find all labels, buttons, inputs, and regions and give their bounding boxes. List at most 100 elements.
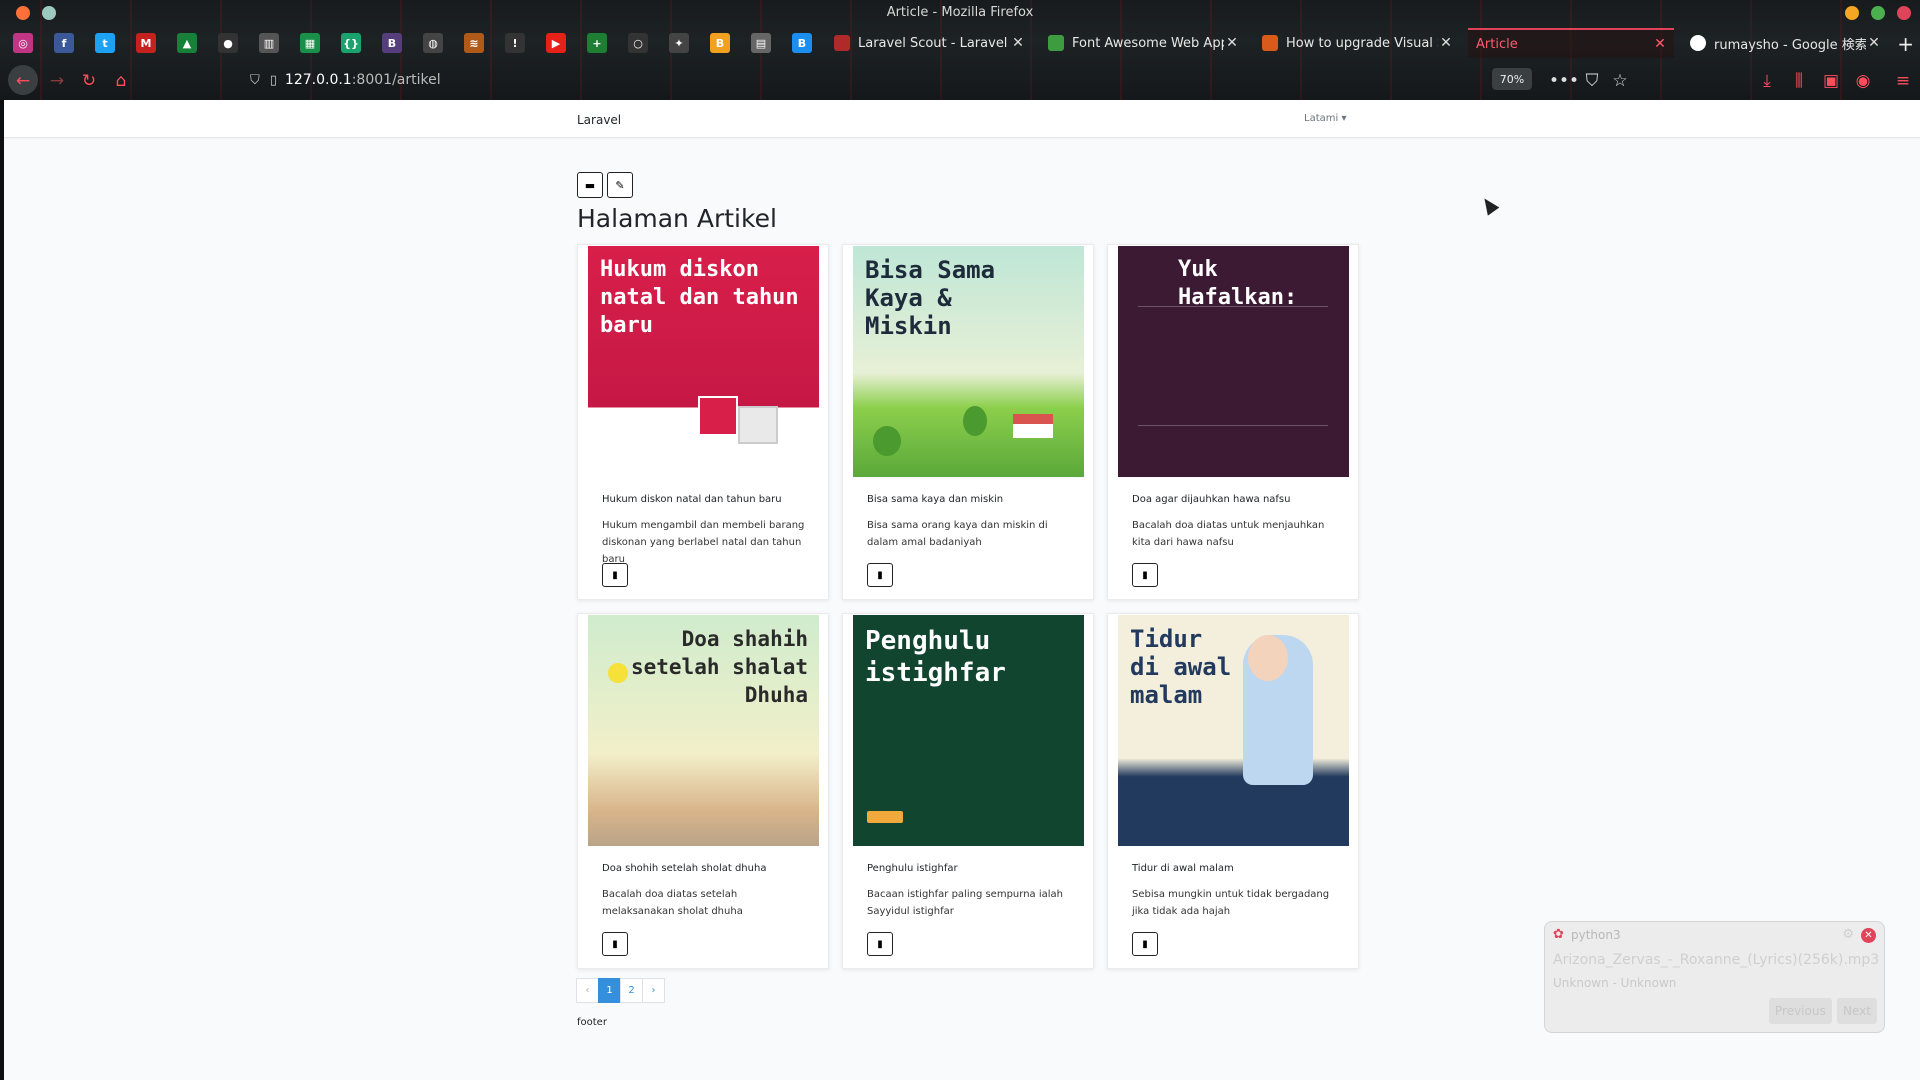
- b-icon[interactable]: B: [792, 33, 812, 53]
- pagination-prev[interactable]: ‹: [576, 978, 599, 1003]
- article-title: Hukum diskon natal dan tahun baru: [602, 494, 782, 505]
- read-article-button[interactable]: ▮: [1132, 563, 1158, 587]
- brand-link[interactable]: Laravel: [577, 113, 621, 127]
- settings-icon[interactable]: ⚙: [1842, 927, 1854, 942]
- globe-icon[interactable]: ◍: [423, 33, 443, 53]
- page-icon: ▯: [269, 72, 277, 88]
- read-article-button[interactable]: ▮: [867, 563, 893, 587]
- facebook-icon[interactable]: f: [54, 33, 74, 53]
- title-bar: Article - Mozilla Firefox: [0, 0, 1920, 26]
- close-tab-icon[interactable]: ✕: [1010, 35, 1026, 51]
- article-thumbnail[interactable]: Hukum diskon natal dan tahun baru: [588, 246, 819, 477]
- previous-track-button[interactable]: Previous: [1769, 998, 1832, 1024]
- puzzle-icon[interactable]: ✦: [669, 33, 689, 53]
- arabic-text-block: [1138, 306, 1328, 426]
- article-description: Bacaan istighfar paling sempurna ialah S…: [867, 889, 1063, 917]
- next-track-button[interactable]: Next: [1837, 998, 1877, 1024]
- house-icon: [1013, 414, 1053, 438]
- library-icon[interactable]: ⫼: [1787, 69, 1811, 93]
- tab-font-awesome[interactable]: Font Awesome Web App ✕: [1040, 28, 1246, 58]
- close-window-button[interactable]: [1897, 6, 1911, 20]
- tab-article[interactable]: Article ✕: [1468, 28, 1674, 58]
- page-title: Halaman Artikel: [577, 204, 777, 233]
- github-icon[interactable]: ●: [218, 33, 238, 53]
- menu-icon[interactable]: ≡: [1891, 69, 1915, 93]
- account-icon[interactable]: ◉: [1851, 69, 1875, 93]
- read-article-button[interactable]: ▮: [602, 932, 628, 956]
- article-card: Hukum diskon natal dan tahun baru Hukum …: [577, 244, 829, 600]
- tab-laravel-scout[interactable]: Laravel Scout - Laravel - ✕: [826, 28, 1032, 58]
- pencil-icon: ✎: [615, 178, 625, 192]
- close-tab-icon[interactable]: ✕: [1224, 35, 1240, 51]
- thumbnail-title: Hukum diskon natal dan tahun baru: [600, 257, 799, 338]
- notification-song: Arizona_Zervas_-_Roxanne_(Lyrics)(256k).…: [1553, 952, 1880, 968]
- code-icon[interactable]: {}: [341, 33, 361, 53]
- download-icon[interactable]: ⤓: [1755, 69, 1779, 93]
- page-footer: footer: [577, 1017, 607, 1028]
- folder-button[interactable]: ▬: [577, 172, 603, 198]
- navigation-bar: ← → ↻ ⌂ ⛉ ▯ 127.0.0.1 :8001/artikel 70% …: [0, 60, 1920, 100]
- app-navbar: Laravel Latami ▾: [4, 100, 1920, 138]
- plus-cross-icon[interactable]: +: [587, 33, 607, 53]
- drive-icon[interactable]: ▲: [177, 33, 197, 53]
- shield-icon[interactable]: ⛉: [250, 73, 260, 88]
- minimize-button[interactable]: [1845, 6, 1859, 20]
- tab-title: How to upgrade Visual S: [1286, 35, 1438, 51]
- tab-rumaysho-google[interactable]: rumaysho - Google 検索 ✕: [1682, 28, 1888, 58]
- close-tab-icon[interactable]: ✕: [1438, 35, 1454, 51]
- circle-icon[interactable]: ○: [628, 33, 648, 53]
- article-thumbnail[interactable]: Tidur di awal malam: [1118, 615, 1349, 846]
- stack-icon[interactable]: ≋: [464, 33, 484, 53]
- instagram-icon[interactable]: ◎: [13, 33, 33, 53]
- article-thumbnail[interactable]: Yuk Hafalkan:: [1118, 246, 1349, 477]
- reload-icon[interactable]: ↻: [77, 69, 101, 93]
- close-tab-icon[interactable]: ✕: [1866, 35, 1882, 51]
- youtube-icon[interactable]: ▶: [546, 33, 566, 53]
- read-article-button[interactable]: ▮: [867, 932, 893, 956]
- article-thumbnail[interactable]: Bisa Sama Kaya & Miskin: [853, 246, 1084, 477]
- notification-app-name: python3: [1571, 928, 1621, 942]
- pocket-icon[interactable]: ⛉: [1580, 69, 1604, 93]
- maximize-button[interactable]: [1871, 6, 1885, 20]
- pagination-page-1[interactable]: 1: [598, 978, 621, 1003]
- forward-arrow-icon[interactable]: →: [45, 69, 69, 93]
- url-bar[interactable]: ⛉ ▯ 127.0.0.1 :8001/artikel: [250, 66, 1540, 94]
- article-thumbnail[interactable]: Doa shahih setelah shalat Dhuha: [588, 615, 819, 846]
- pagination-next[interactable]: ›: [642, 978, 665, 1003]
- thumbnail-title: Doa shahih setelah shalat Dhuha: [630, 627, 808, 707]
- note-icon[interactable]: ▤: [751, 33, 771, 53]
- window-title: Article - Mozilla Firefox: [886, 5, 1034, 20]
- library-icon[interactable]: ▥: [259, 33, 279, 53]
- read-article-button[interactable]: ▮: [602, 563, 628, 587]
- back-arrow-icon[interactable]: ←: [11, 69, 35, 93]
- star-icon[interactable]: ☆: [1608, 69, 1632, 93]
- home-icon[interactable]: ⌂: [109, 69, 133, 93]
- pagination-page-2[interactable]: 2: [620, 978, 643, 1003]
- tab-upgrade-visual[interactable]: How to upgrade Visual S ✕: [1254, 28, 1460, 58]
- gmail-icon[interactable]: M: [136, 33, 156, 53]
- article-card: Penghulu istighfar Penghulu istighfar Ba…: [842, 613, 1094, 969]
- gift-icon: [698, 396, 738, 436]
- user-dropdown[interactable]: Latami ▾: [1304, 113, 1346, 124]
- bookmark-icon[interactable]: B: [710, 33, 730, 53]
- book-icon: ▮: [612, 569, 618, 581]
- article-toolbar: ▬ ✎: [577, 172, 633, 198]
- article-description: Bacalah doa diatas untuk menjauhkan kita…: [1132, 520, 1325, 548]
- twitter-icon[interactable]: t: [95, 33, 115, 53]
- new-tab-button[interactable]: +: [1897, 32, 1914, 56]
- close-notification-button[interactable]: ✕: [1861, 928, 1876, 943]
- app-logo-icon: ✿: [1553, 927, 1564, 942]
- sidebar-icon[interactable]: ▣: [1819, 69, 1843, 93]
- bootstrap-icon[interactable]: B: [382, 33, 402, 53]
- read-article-button[interactable]: ▮: [1132, 932, 1158, 956]
- more-actions-icon[interactable]: •••: [1549, 69, 1579, 93]
- sheets-icon[interactable]: ▦: [300, 33, 320, 53]
- zoom-level[interactable]: 70%: [1492, 68, 1532, 90]
- warning-icon[interactable]: !: [505, 33, 525, 53]
- article-description: Bacalah doa diatas setelah melaksanakan …: [602, 889, 743, 917]
- article-thumbnail[interactable]: Penghulu istighfar: [853, 615, 1084, 846]
- edit-button[interactable]: ✎: [607, 172, 633, 198]
- article-card: Tidur di awal malam Tidur di awal malam …: [1107, 613, 1359, 969]
- tab-strip: ◎ f t M ▲ ● ▥ ▦ {} B ◍ ≋! ▶ + ○ ✦ B ▤ B Laravel Scout - La…: [0, 26, 1920, 60]
- close-tab-icon[interactable]: ✕: [1652, 36, 1668, 52]
